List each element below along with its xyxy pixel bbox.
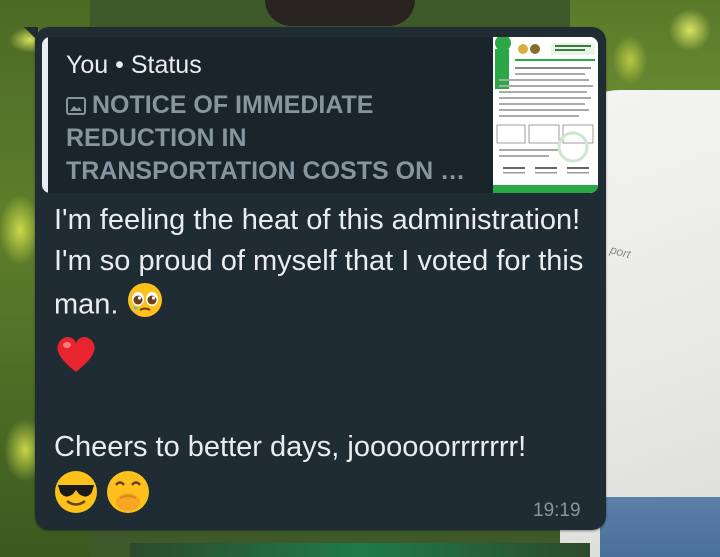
emoji-line (54, 470, 594, 526)
quote-text: NOTICE OF IMMEDIATE REDUCTION IN TRANSPO… (66, 89, 476, 188)
message-text-line1: I'm feeling the heat of this administrat… (54, 200, 594, 330)
status-reply-quote[interactable]: You • Status NOTICE OF IMMEDIATE REDUCTI… (42, 37, 598, 193)
bottom-strip (130, 543, 590, 557)
smiling-face-with-sunglasses-emoji (54, 470, 98, 526)
heart-line (54, 334, 594, 386)
face-with-hand-over-mouth-emoji (106, 470, 150, 526)
quote-accent-bar (42, 37, 48, 193)
message-text-line2: Cheers to better days, joooooorrrrrrr! (54, 431, 527, 463)
quote-snippet: NOTICE OF IMMEDIATE REDUCTION IN TRANSPO… (66, 91, 466, 185)
person-jeans (600, 497, 720, 557)
pleading-face-emoji (127, 282, 163, 330)
message-body: I'm feeling the heat of this administrat… (54, 200, 594, 526)
quote-author: You • Status (66, 51, 202, 79)
image-icon (66, 91, 86, 115)
red-heart-emoji (54, 334, 98, 386)
person-head (265, 0, 415, 26)
status-thumbnail[interactable] (493, 37, 598, 193)
message-timestamp: 19:19 (533, 500, 581, 521)
